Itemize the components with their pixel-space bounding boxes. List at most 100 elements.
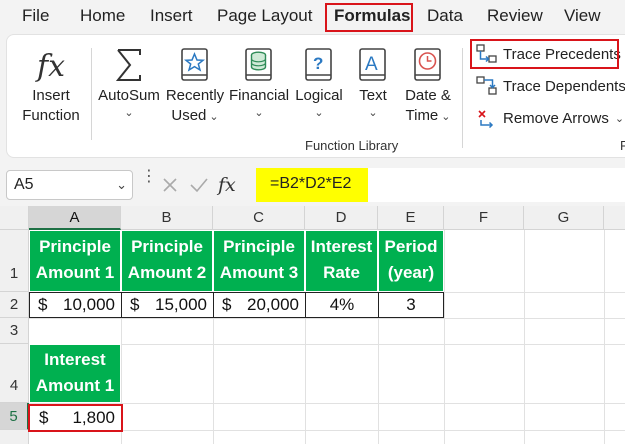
- menu-file[interactable]: File: [22, 6, 49, 26]
- trace-dependents-icon: [476, 76, 497, 95]
- column-header-a[interactable]: A: [29, 206, 121, 230]
- cell-c2[interactable]: $ 20,000: [213, 292, 306, 318]
- financial-button[interactable]: Financial ⌄: [229, 46, 289, 120]
- coins-book-icon: [229, 46, 289, 86]
- formula-input[interactable]: =B2*D2*E2: [256, 168, 368, 202]
- trace-dependents-button[interactable]: Trace Dependents: [476, 76, 625, 96]
- menu-insert[interactable]: Insert: [150, 6, 193, 26]
- column-header-c[interactable]: C: [213, 206, 305, 230]
- row-header-5[interactable]: 5: [0, 403, 29, 430]
- svg-text:fx: fx: [35, 49, 65, 84]
- currency-symbol: $: [130, 295, 140, 314]
- ribbon-area: fx Insert Function AutoSum ⌄ Recently Us…: [0, 34, 625, 162]
- cell-b1-line1: Principle: [131, 237, 203, 256]
- cell-b2-value: 15,000: [155, 295, 207, 314]
- gridline: [524, 230, 525, 444]
- cell-a1[interactable]: Principle Amount 1: [29, 230, 121, 292]
- autosum-button[interactable]: AutoSum ⌄: [98, 46, 160, 120]
- trace-precedents-highlight: [470, 39, 619, 69]
- name-box[interactable]: A5 ⌄: [6, 170, 133, 200]
- date-time-label-1: Date &: [405, 87, 451, 104]
- cell-a2-value: 10,000: [63, 295, 115, 314]
- gridline: [213, 318, 214, 444]
- trace-dependents-label: Trace Dependents: [503, 77, 625, 95]
- remove-arrows-button[interactable]: Remove Arrows ⌄: [476, 108, 624, 128]
- select-all-corner[interactable]: [0, 206, 29, 230]
- cell-e2[interactable]: 3: [378, 292, 444, 318]
- cell-c1[interactable]: Principle Amount 3: [213, 230, 305, 292]
- menu-review[interactable]: Review: [487, 6, 543, 26]
- svg-text:A: A: [365, 54, 378, 75]
- column-header-d[interactable]: D: [305, 206, 378, 230]
- cell-c2-value: 20,000: [247, 295, 299, 314]
- clock-book-icon: [400, 46, 456, 86]
- menu-view[interactable]: View: [564, 6, 601, 26]
- row-header-6-partial[interactable]: [0, 430, 29, 444]
- insert-function-button[interactable]: fx Insert Function: [18, 46, 84, 126]
- gridline: [378, 318, 379, 444]
- date-time-button[interactable]: Date & Time ⌄: [400, 46, 456, 127]
- insert-function-label-1: Insert: [32, 87, 70, 104]
- worksheet-grid[interactable]: A B C D E F G 1 2 3 4 5 Principle Amount…: [0, 206, 625, 444]
- gridline: [29, 318, 625, 319]
- date-time-label-2: Time: [405, 107, 439, 124]
- insert-function-label-2: Function: [22, 107, 80, 124]
- cell-a2[interactable]: $ 10,000: [29, 292, 122, 318]
- menu-page-layout[interactable]: Page Layout: [217, 6, 312, 26]
- enter-check-icon[interactable]: [188, 175, 210, 195]
- column-header-f[interactable]: F: [444, 206, 524, 230]
- menu-data[interactable]: Data: [427, 6, 463, 26]
- row-header-3[interactable]: 3: [0, 318, 29, 344]
- column-header-b[interactable]: B: [121, 206, 213, 230]
- formula-input-area[interactable]: [368, 168, 625, 202]
- cell-e1-line2: (year): [387, 263, 435, 282]
- gridline: [604, 230, 605, 444]
- currency-symbol: $: [38, 295, 48, 314]
- cell-b1-line2: Amount 2: [127, 263, 207, 282]
- cancel-icon[interactable]: [160, 175, 180, 195]
- row-header-4[interactable]: 4: [0, 344, 29, 403]
- insert-function-fx-icon[interactable]: fx: [218, 174, 236, 196]
- cell-e1[interactable]: Period (year): [378, 230, 444, 292]
- row-header-1[interactable]: 1: [0, 230, 29, 292]
- cell-c1-line2: Amount 3: [219, 263, 299, 282]
- fx-icon: fx: [18, 46, 84, 86]
- column-header-e[interactable]: E: [378, 206, 444, 230]
- chevron-down-icon: ⌄: [314, 107, 324, 119]
- chevron-down-icon: ⌄: [124, 107, 134, 119]
- cell-a5-value: 1,800: [72, 408, 115, 427]
- menu-home[interactable]: Home: [80, 6, 125, 26]
- cell-b1[interactable]: Principle Amount 2: [121, 230, 213, 292]
- cell-a5-selected[interactable]: $ 1,800: [28, 404, 123, 432]
- row-header-2[interactable]: 2: [0, 292, 29, 318]
- svg-text:?: ?: [313, 54, 323, 73]
- function-library-group-label: Function Library: [305, 138, 399, 153]
- remove-arrows-label: Remove Arrows: [503, 109, 609, 127]
- formula-bar-grip-icon[interactable]: ⋮: [141, 169, 157, 185]
- sigma-icon: [98, 46, 160, 86]
- cell-c1-line1: Principle: [223, 237, 295, 256]
- chevron-down-icon[interactable]: ⌄: [116, 177, 127, 193]
- text-label: Text: [359, 87, 387, 104]
- cell-a4[interactable]: Interest Amount 1: [29, 344, 121, 403]
- cell-d1[interactable]: Interest Rate: [305, 230, 378, 292]
- financial-label: Financial: [229, 87, 290, 104]
- column-header-partial[interactable]: [604, 206, 625, 230]
- recently-used-label-1: Recently: [165, 87, 225, 104]
- question-book-icon: ?: [292, 46, 346, 86]
- cell-d2[interactable]: 4%: [305, 292, 379, 318]
- column-header-g[interactable]: G: [524, 206, 604, 230]
- logical-button[interactable]: ? Logical ⌄: [292, 46, 346, 120]
- cell-b2[interactable]: $ 15,000: [121, 292, 214, 318]
- cell-a4-line2: Amount 1: [35, 376, 115, 395]
- chevron-down-icon: ⌄: [209, 111, 219, 123]
- text-button[interactable]: A Text ⌄: [350, 46, 396, 120]
- cell-d1-line2: Rate: [323, 263, 360, 282]
- name-box-value: A5: [14, 176, 34, 193]
- cell-a1-line2: Amount 1: [35, 263, 115, 282]
- chevron-down-icon: ⌄: [368, 107, 378, 119]
- recently-used-button[interactable]: Recently Used ⌄: [164, 46, 226, 127]
- menu-bar: File Home Insert Page Layout Formulas Da…: [0, 0, 625, 34]
- cell-a1-line1: Principle: [39, 237, 111, 256]
- letter-a-book-icon: A: [350, 46, 396, 86]
